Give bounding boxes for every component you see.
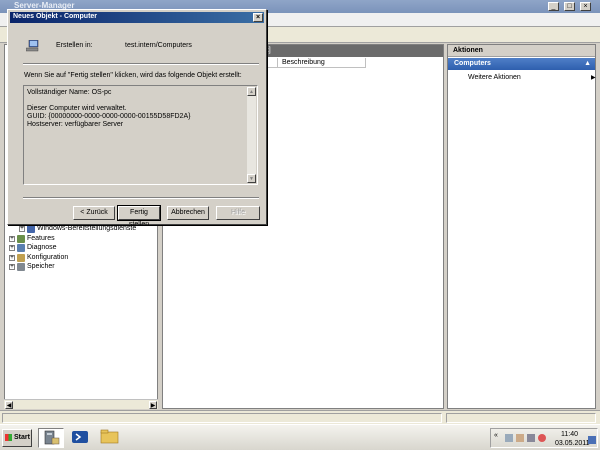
expand-icon[interactable]: + xyxy=(9,244,15,251)
tree-item-label: Features xyxy=(27,235,55,242)
tray-volume-icon[interactable] xyxy=(538,434,546,442)
expand-icon[interactable]: + xyxy=(9,235,15,242)
actions-pane: Aktionen Computers ▲ Weitere Aktionen ▶ xyxy=(447,44,596,409)
close-icon[interactable]: × xyxy=(580,2,591,11)
scroll-down-icon[interactable]: ▼ xyxy=(247,174,256,183)
features-icon xyxy=(17,234,25,243)
minimize-icon[interactable]: _ xyxy=(548,2,559,11)
diagnose-icon xyxy=(17,243,25,252)
create-in-path: test.intern/Computers xyxy=(125,42,192,49)
summary-textbox[interactable]: Vollständiger Name: OS-pc Dieser Compute… xyxy=(23,85,258,185)
dialog-titlebar: Neues Objekt - Computer × xyxy=(10,12,264,23)
tree-item-konfiguration[interactable]: + Konfiguration xyxy=(9,253,68,262)
new-computer-dialog: Neues Objekt - Computer × Erstellen in: … xyxy=(7,9,267,228)
actions-section-label: Computers xyxy=(454,60,491,67)
tree-item-label: Speicher xyxy=(27,263,55,270)
tree-item-label: Diagnose xyxy=(27,244,57,251)
scroll-right-icon[interactable]: ▶ xyxy=(149,401,157,409)
start-button[interactable]: Start xyxy=(2,429,32,447)
column-header-beschreibung[interactable]: Beschreibung xyxy=(278,58,366,68)
expand-icon[interactable]: + xyxy=(9,263,15,270)
status-segment xyxy=(2,413,442,423)
powershell-icon xyxy=(72,431,88,443)
divider xyxy=(23,197,259,199)
cancel-button[interactable]: Abbrechen xyxy=(167,206,209,220)
scroll-left-icon[interactable]: ◀ xyxy=(5,401,13,409)
system-tray: « 11:40 03.05.2011 xyxy=(490,428,598,448)
action-weitere-aktionen[interactable]: Weitere Aktionen ▶ xyxy=(468,74,596,81)
maximize-icon[interactable]: □ xyxy=(564,2,575,11)
taskbar-server-manager[interactable] xyxy=(38,428,64,448)
start-label: Start xyxy=(14,434,30,441)
divider xyxy=(23,63,259,65)
tree-item-diagnose[interactable]: + Diagnose xyxy=(9,243,57,252)
windows-logo-icon xyxy=(5,434,12,441)
action-label: Weitere Aktionen xyxy=(468,74,521,81)
actions-section-computers[interactable]: Computers ▲ xyxy=(448,58,595,70)
show-desktop-icon[interactable] xyxy=(588,436,596,444)
speicher-icon xyxy=(17,262,25,271)
tree-item-features[interactable]: + Features xyxy=(9,234,55,243)
tray-expand-icon[interactable]: « xyxy=(494,432,502,440)
help-button[interactable]: Hilfe xyxy=(216,206,260,220)
finish-button[interactable]: Fertig stellen xyxy=(117,205,161,228)
taskbar-powershell[interactable] xyxy=(68,428,94,448)
tree-horizontal-scrollbar[interactable]: ◀ ▶ xyxy=(4,399,158,409)
tree-item-label: Konfiguration xyxy=(27,254,69,261)
create-in-label: Erstellen in: xyxy=(56,42,93,49)
actions-header: Aktionen xyxy=(448,45,595,57)
summary-scrollbar[interactable]: ▲ ▼ xyxy=(247,87,256,183)
summary-text: Vollständiger Name: OS-pc Dieser Compute… xyxy=(27,89,191,128)
clock-time[interactable]: 11:40 xyxy=(561,431,578,438)
status-bar xyxy=(0,410,600,424)
status-segment xyxy=(446,413,596,423)
collapse-up-icon[interactable]: ▲ xyxy=(584,58,591,70)
tree-item-wds[interactable]: + Windows-Bereitstellungsdienste xyxy=(19,224,136,233)
tree-item-label: Windows-Bereitstellungsdienste xyxy=(37,225,137,232)
clock-date[interactable]: 03.05.2011 xyxy=(555,440,590,447)
tray-monitor-icon[interactable] xyxy=(527,434,535,442)
taskbar-explorer[interactable] xyxy=(98,428,124,448)
tray-network-icon[interactable] xyxy=(505,434,513,442)
submenu-arrow-icon: ▶ xyxy=(591,75,596,81)
dialog-close-icon[interactable]: × xyxy=(253,13,263,22)
taskbar: Start « 11:40 03.05.2011 xyxy=(0,424,600,450)
dialog-title: Neues Objekt - Computer xyxy=(13,13,98,20)
tray-flag-icon[interactable] xyxy=(516,434,524,442)
scroll-up-icon[interactable]: ▲ xyxy=(247,87,256,96)
expand-icon[interactable]: + xyxy=(9,254,15,261)
computer-icon xyxy=(26,40,39,52)
server-manager-icon xyxy=(44,430,60,445)
expand-icon[interactable]: + xyxy=(19,225,25,232)
finish-note: Wenn Sie auf "Fertig stellen" klicken, w… xyxy=(24,72,242,79)
back-button[interactable]: < Zurück xyxy=(73,206,115,220)
folder-icon xyxy=(100,429,119,444)
tree-item-speicher[interactable]: + Speicher xyxy=(9,262,55,271)
konfiguration-icon xyxy=(17,253,25,262)
wds-icon xyxy=(27,224,35,233)
